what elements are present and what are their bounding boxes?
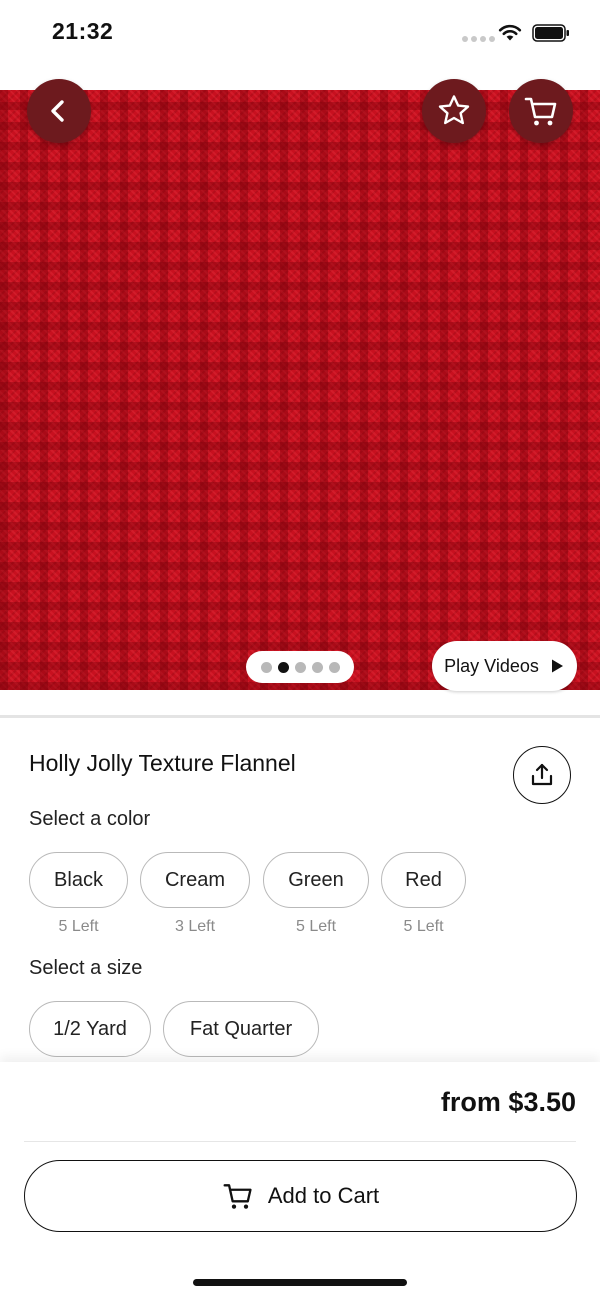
cellular-signal-icon <box>462 36 495 42</box>
pager-dot[interactable] <box>294 661 306 673</box>
pager-dot-active[interactable] <box>277 661 289 673</box>
color-option-red[interactable]: Red <box>381 852 466 908</box>
price-label: from $3.50 <box>440 1087 576 1117</box>
product-detail-screen: 21:32 Play Videos Holly Jolly Texture Fl… <box>0 0 600 1299</box>
play-videos-button[interactable]: Play Videos <box>432 641 577 691</box>
cart-icon <box>223 1184 252 1209</box>
size-option-half-yard[interactable]: 1/2 Yard <box>29 1001 151 1057</box>
favorite-button[interactable] <box>422 79 486 143</box>
color-option-black[interactable]: Black <box>29 852 128 908</box>
battery-icon <box>532 24 569 42</box>
play-videos-label: Play Videos <box>444 655 539 676</box>
pager-dot[interactable] <box>328 661 340 673</box>
wifi-icon <box>498 24 522 41</box>
pager-dot[interactable] <box>260 661 272 673</box>
size-section-label: Select a size <box>29 957 143 979</box>
product-image[interactable] <box>0 90 600 690</box>
color-option-cream[interactable]: Cream <box>140 852 250 908</box>
purchase-divider <box>24 1141 576 1142</box>
cart-icon <box>524 97 557 126</box>
chevron-left-icon <box>51 100 64 122</box>
section-divider <box>0 715 600 718</box>
size-option-fat-quarter[interactable]: Fat Quarter <box>163 1001 319 1057</box>
product-title: Holly Jolly Texture Flannel <box>29 750 296 776</box>
cart-button[interactable] <box>509 79 573 143</box>
star-icon <box>438 95 470 125</box>
share-icon <box>531 763 553 786</box>
pager-dot[interactable] <box>311 661 323 673</box>
stock-count: 3 Left <box>174 918 216 935</box>
stock-count: 5 Left <box>58 918 99 935</box>
color-section-label: Select a color <box>29 808 151 830</box>
stock-count: 5 Left <box>295 918 337 935</box>
back-button[interactable] <box>27 79 91 143</box>
add-to-cart-label: Add to Cart <box>267 1183 380 1208</box>
status-time: 21:32 <box>52 18 114 44</box>
home-indicator[interactable] <box>193 1279 407 1286</box>
stock-count: 5 Left <box>403 918 444 935</box>
status-bar: 21:32 <box>0 0 600 90</box>
share-button[interactable] <box>513 746 571 804</box>
color-option-green[interactable]: Green <box>263 852 369 908</box>
play-icon <box>551 659 563 673</box>
image-pager[interactable] <box>246 651 354 683</box>
add-to-cart-button[interactable]: Add to Cart <box>24 1160 577 1232</box>
